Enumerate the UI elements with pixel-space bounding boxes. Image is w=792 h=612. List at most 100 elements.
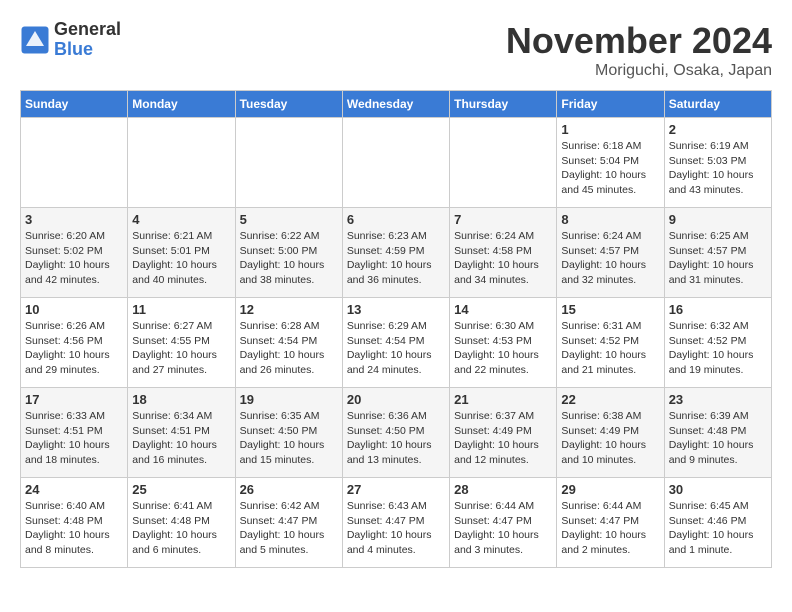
weekday-header: Tuesday [235,91,342,118]
calendar-cell: 17 Sunrise: 6:33 AM Sunset: 4:51 PM Dayli… [21,388,128,478]
day-number: 27 [347,482,445,497]
day-number: 5 [240,212,338,227]
logo-text: General Blue [54,20,121,60]
day-number: 23 [669,392,767,407]
calendar-cell: 21 Sunrise: 6:37 AM Sunset: 4:49 PM Dayli… [450,388,557,478]
calendar-cell: 27 Sunrise: 6:43 AM Sunset: 4:47 PM Dayli… [342,478,449,568]
day-detail: Sunrise: 6:22 AM Sunset: 5:00 PM Dayligh… [240,229,338,288]
calendar-cell: 3Sunrise: 6:20 AM Sunset: 5:02 PM Daylig… [21,208,128,298]
day-number: 21 [454,392,552,407]
day-detail: Sunrise: 6:39 AM Sunset: 4:48 PM Dayligh… [669,409,767,468]
day-detail: Sunrise: 6:38 AM Sunset: 4:49 PM Dayligh… [561,409,659,468]
day-number: 25 [132,482,230,497]
calendar-cell [128,118,235,208]
day-number: 26 [240,482,338,497]
day-detail: Sunrise: 6:21 AM Sunset: 5:01 PM Dayligh… [132,229,230,288]
calendar-cell [21,118,128,208]
day-number: 24 [25,482,123,497]
calendar-cell: 20 Sunrise: 6:36 AM Sunset: 4:50 PM Dayli… [342,388,449,478]
calendar-cell: 10Sunrise: 6:26 AM Sunset: 4:56 PM Dayli… [21,298,128,388]
calendar-cell: 18 Sunrise: 6:34 AM Sunset: 4:51 PM Dayli… [128,388,235,478]
day-detail: Sunrise: 6:26 AM Sunset: 4:56 PM Dayligh… [25,319,123,378]
day-number: 13 [347,302,445,317]
day-detail: Sunrise: 6:42 AM Sunset: 4:47 PM Dayligh… [240,499,338,558]
day-detail: Sunrise: 6:37 AM Sunset: 4:49 PM Dayligh… [454,409,552,468]
calendar-cell [450,118,557,208]
calendar-cell: 24 Sunrise: 6:40 AM Sunset: 4:48 PM Dayli… [21,478,128,568]
calendar-cell: 1 Sunrise: 6:18 AM Sunset: 5:04 PM Daylig… [557,118,664,208]
logo-general: General [54,19,121,39]
day-detail: Sunrise: 6:24 AM Sunset: 4:57 PM Dayligh… [561,229,659,288]
day-number: 9 [669,212,767,227]
calendar-cell: 23 Sunrise: 6:39 AM Sunset: 4:48 PM Dayli… [664,388,771,478]
logo-icon [20,25,50,55]
day-detail: Sunrise: 6:30 AM Sunset: 4:53 PM Dayligh… [454,319,552,378]
day-detail: Sunrise: 6:18 AM Sunset: 5:04 PM Dayligh… [561,139,659,198]
day-number: 3 [25,212,123,227]
day-number: 2 [669,122,767,137]
calendar-cell [235,118,342,208]
weekday-header: Sunday [21,91,128,118]
day-detail: Sunrise: 6:41 AM Sunset: 4:48 PM Dayligh… [132,499,230,558]
calendar-cell: 6 Sunrise: 6:23 AM Sunset: 4:59 PM Daylig… [342,208,449,298]
day-detail: Sunrise: 6:44 AM Sunset: 4:47 PM Dayligh… [561,499,659,558]
day-detail: Sunrise: 6:32 AM Sunset: 4:52 PM Dayligh… [669,319,767,378]
logo: General Blue [20,20,121,60]
calendar-cell [342,118,449,208]
weekday-header: Friday [557,91,664,118]
week-row: 10Sunrise: 6:26 AM Sunset: 4:56 PM Dayli… [21,298,772,388]
calendar-cell: 2 Sunrise: 6:19 AM Sunset: 5:03 PM Daylig… [664,118,771,208]
month-title: November 2024 [506,20,772,62]
calendar-cell: 22 Sunrise: 6:38 AM Sunset: 4:49 PM Dayli… [557,388,664,478]
calendar-cell: 16Sunrise: 6:32 AM Sunset: 4:52 PM Dayli… [664,298,771,388]
calendar-cell: 7Sunrise: 6:24 AM Sunset: 4:58 PM Daylig… [450,208,557,298]
day-detail: Sunrise: 6:19 AM Sunset: 5:03 PM Dayligh… [669,139,767,198]
week-row: 17 Sunrise: 6:33 AM Sunset: 4:51 PM Dayli… [21,388,772,478]
day-number: 20 [347,392,445,407]
calendar-cell: 4 Sunrise: 6:21 AM Sunset: 5:01 PM Daylig… [128,208,235,298]
day-detail: Sunrise: 6:27 AM Sunset: 4:55 PM Dayligh… [132,319,230,378]
day-number: 19 [240,392,338,407]
day-detail: Sunrise: 6:45 AM Sunset: 4:46 PM Dayligh… [669,499,767,558]
calendar-cell: 14Sunrise: 6:30 AM Sunset: 4:53 PM Dayli… [450,298,557,388]
day-number: 8 [561,212,659,227]
day-detail: Sunrise: 6:43 AM Sunset: 4:47 PM Dayligh… [347,499,445,558]
day-number: 17 [25,392,123,407]
calendar-cell: 28 Sunrise: 6:44 AM Sunset: 4:47 PM Dayli… [450,478,557,568]
day-number: 29 [561,482,659,497]
calendar-cell: 15Sunrise: 6:31 AM Sunset: 4:52 PM Dayli… [557,298,664,388]
calendar-cell: 25 Sunrise: 6:41 AM Sunset: 4:48 PM Dayli… [128,478,235,568]
weekday-header: Monday [128,91,235,118]
week-row: 24 Sunrise: 6:40 AM Sunset: 4:48 PM Dayli… [21,478,772,568]
day-detail: Sunrise: 6:28 AM Sunset: 4:54 PM Dayligh… [240,319,338,378]
calendar-cell: 26 Sunrise: 6:42 AM Sunset: 4:47 PM Dayli… [235,478,342,568]
day-detail: Sunrise: 6:34 AM Sunset: 4:51 PM Dayligh… [132,409,230,468]
calendar: SundayMondayTuesdayWednesdayThursdayFrid… [20,90,772,568]
page-header: General Blue November 2024 Moriguchi, Os… [20,20,772,80]
day-detail: Sunrise: 6:36 AM Sunset: 4:50 PM Dayligh… [347,409,445,468]
day-number: 30 [669,482,767,497]
day-detail: Sunrise: 6:24 AM Sunset: 4:58 PM Dayligh… [454,229,552,288]
day-detail: Sunrise: 6:35 AM Sunset: 4:50 PM Dayligh… [240,409,338,468]
day-number: 4 [132,212,230,227]
calendar-cell: 8 Sunrise: 6:24 AM Sunset: 4:57 PM Daylig… [557,208,664,298]
day-detail: Sunrise: 6:23 AM Sunset: 4:59 PM Dayligh… [347,229,445,288]
day-detail: Sunrise: 6:33 AM Sunset: 4:51 PM Dayligh… [25,409,123,468]
day-number: 18 [132,392,230,407]
calendar-cell: 12Sunrise: 6:28 AM Sunset: 4:54 PM Dayli… [235,298,342,388]
calendar-cell: 5 Sunrise: 6:22 AM Sunset: 5:00 PM Daylig… [235,208,342,298]
location-title: Moriguchi, Osaka, Japan [506,62,772,80]
weekday-header: Saturday [664,91,771,118]
day-detail: Sunrise: 6:40 AM Sunset: 4:48 PM Dayligh… [25,499,123,558]
week-row: 3Sunrise: 6:20 AM Sunset: 5:02 PM Daylig… [21,208,772,298]
day-number: 22 [561,392,659,407]
week-row: 1 Sunrise: 6:18 AM Sunset: 5:04 PM Daylig… [21,118,772,208]
day-number: 28 [454,482,552,497]
calendar-cell: 13Sunrise: 6:29 AM Sunset: 4:54 PM Dayli… [342,298,449,388]
day-number: 6 [347,212,445,227]
weekday-header: Thursday [450,91,557,118]
day-number: 1 [561,122,659,137]
day-detail: Sunrise: 6:44 AM Sunset: 4:47 PM Dayligh… [454,499,552,558]
calendar-cell: 29 Sunrise: 6:44 AM Sunset: 4:47 PM Dayli… [557,478,664,568]
weekday-header: Wednesday [342,91,449,118]
